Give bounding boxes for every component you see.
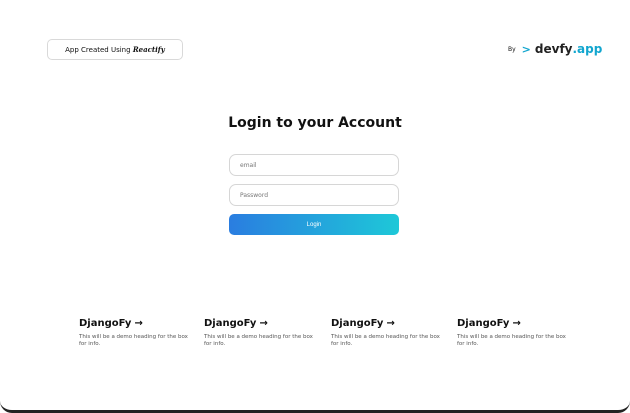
arrow-right-icon: → xyxy=(512,318,521,329)
card-description: This will be a demo heading for the box … xyxy=(331,334,440,347)
card-title: DjangoFy xyxy=(79,318,132,329)
card-heading: DjangoFy → xyxy=(204,318,314,329)
email-field[interactable] xyxy=(229,154,399,176)
badge-prefix: App Created Using xyxy=(65,46,131,54)
devfy-logo: > devfy .app xyxy=(522,42,603,56)
info-card[interactable]: DjangoFy → This will be a demo heading fo… xyxy=(457,318,567,348)
by-label: By xyxy=(508,45,516,53)
badge-brand: Reactify xyxy=(132,45,165,54)
by-devfy-logo[interactable]: By > devfy .app xyxy=(508,40,602,58)
app-created-badge[interactable]: App Created Using Reactify xyxy=(47,39,183,60)
card-heading: DjangoFy → xyxy=(457,318,567,329)
password-field[interactable] xyxy=(229,184,399,206)
page-frame xyxy=(0,0,630,413)
arrow-right-icon: → xyxy=(134,318,143,329)
card-description: This will be a demo heading for the box … xyxy=(79,334,188,347)
card-title: DjangoFy xyxy=(204,318,257,329)
card-description: This will be a demo heading for the box … xyxy=(204,334,313,347)
card-description: This will be a demo heading for the box … xyxy=(457,334,566,347)
info-card[interactable]: DjangoFy → This will be a demo heading fo… xyxy=(204,318,314,348)
arrow-right-icon: → xyxy=(386,318,395,329)
logo-name: devfy xyxy=(534,42,573,56)
card-heading: DjangoFy → xyxy=(331,318,441,329)
info-card[interactable]: DjangoFy → This will be a demo heading fo… xyxy=(79,318,189,348)
card-title: DjangoFy xyxy=(331,318,384,329)
login-title: Login to your Account xyxy=(228,115,402,131)
logo-tld: .app xyxy=(572,42,603,56)
chevron-right-icon: > xyxy=(521,42,531,56)
info-card[interactable]: DjangoFy → This will be a demo heading fo… xyxy=(331,318,441,348)
card-title: DjangoFy xyxy=(457,318,510,329)
login-button[interactable]: Login xyxy=(229,214,399,235)
arrow-right-icon: → xyxy=(259,318,268,329)
card-heading: DjangoFy → xyxy=(79,318,189,329)
